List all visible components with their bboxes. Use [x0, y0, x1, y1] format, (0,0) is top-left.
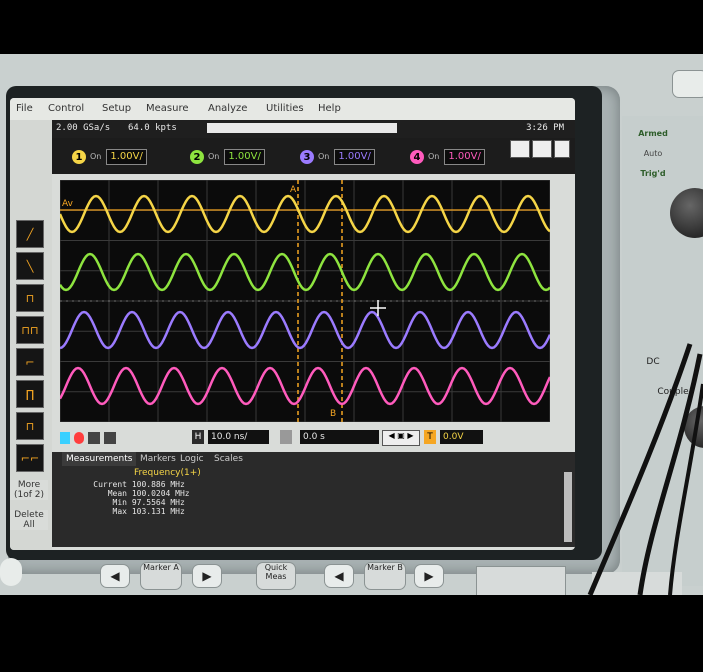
- row-max-label: Max: [112, 507, 127, 516]
- channel-3-on[interactable]: On: [318, 153, 329, 161]
- record-icon[interactable]: [74, 432, 84, 444]
- single-icon[interactable]: [532, 140, 552, 158]
- channel-1-on[interactable]: On: [90, 153, 101, 161]
- channel-2-control[interactable]: 2 On 1.00V/: [190, 148, 265, 166]
- waveform-svg: Av A B: [58, 179, 552, 423]
- tab-markers[interactable]: Markers: [136, 452, 180, 466]
- acquisition-progress: [207, 123, 397, 133]
- timebase-controls: H 10.0 ns/ 0.0 s ◀ ▣ ▶ T 0.0V: [60, 428, 575, 452]
- channel-knob[interactable]: [684, 406, 703, 448]
- measurement-title: Frequency(1+): [134, 468, 201, 478]
- channel-1-badge: 1: [72, 150, 86, 164]
- trigger-label: T: [424, 430, 436, 444]
- marker-b-right-arrow[interactable]: ▶: [414, 564, 444, 588]
- left-edge-button[interactable]: [0, 558, 22, 586]
- period-icon[interactable]: ⌐⌐: [16, 444, 44, 472]
- tab-measurements[interactable]: Measurements: [62, 452, 137, 466]
- acquisition-status-bar: 2.00 GSa/s 64.0 kpts 3:26 PM: [52, 120, 575, 138]
- timebase-scale[interactable]: 10.0 ns/: [208, 430, 269, 444]
- channel-4-badge: 4: [410, 150, 424, 164]
- timeout-icon[interactable]: ⊓: [16, 412, 44, 440]
- camera-icon[interactable]: [88, 432, 100, 444]
- channel-4-scale[interactable]: 1.00V/: [444, 149, 485, 165]
- probe-port-panel-2: [592, 572, 682, 595]
- delay-icon[interactable]: [280, 430, 292, 444]
- marker-a-left-arrow[interactable]: ◀: [100, 564, 130, 588]
- tab-logic[interactable]: Logic: [176, 452, 208, 466]
- armed-indicator: Armed: [638, 129, 668, 138]
- folder-icon[interactable]: [104, 432, 116, 444]
- trigger-level-knob[interactable]: [670, 188, 703, 238]
- edge-rise-icon[interactable]: ╱: [16, 220, 44, 248]
- glitch-icon[interactable]: ⌐: [16, 348, 44, 376]
- couple-label: Couple: [657, 387, 689, 397]
- channel-2-scale[interactable]: 1.00V/: [224, 149, 265, 165]
- marker-a-label: A: [290, 185, 297, 195]
- menu-help[interactable]: Help: [318, 103, 341, 114]
- row-current-label: Current: [93, 480, 127, 489]
- trigd-indicator: Trig'd: [640, 169, 666, 178]
- measurement-table: Current 100.886 MHz Mean 100.0204 MHz Mi…: [72, 480, 190, 516]
- channel-1-control[interactable]: 1 On 1.00V/: [72, 148, 147, 166]
- auto-indicator: Auto: [643, 149, 663, 158]
- row-mean-label: Mean: [107, 489, 127, 498]
- memory-depth: 64.0 kpts: [128, 123, 177, 133]
- marker-a-button[interactable]: Marker A: [140, 562, 182, 590]
- menu-utilities[interactable]: Utilities: [266, 103, 304, 114]
- tab-scales[interactable]: Scales: [210, 452, 247, 466]
- right-front-panel: Armed Auto Trig'd DC Couple: [622, 116, 703, 586]
- channel-1-scale[interactable]: 1.00V/: [106, 149, 147, 165]
- measurement-scrollbar[interactable]: [564, 472, 572, 542]
- channel-4-control[interactable]: 4 On 1.00V/: [410, 148, 485, 166]
- menu-measure[interactable]: Measure: [146, 103, 189, 114]
- trigger-level[interactable]: 0.0V: [440, 430, 483, 444]
- pulse-train-icon[interactable]: ⊓⊓: [16, 316, 44, 344]
- measurement-panel: Measurements Markers Logic Scales Freque…: [52, 452, 575, 547]
- power-button[interactable]: [672, 70, 703, 98]
- scope-screen: File Control Setup Measure Analyze Utili…: [10, 98, 575, 550]
- channel-3-badge: 3: [300, 150, 314, 164]
- channel-3-control[interactable]: 3 On 1.00V/: [300, 148, 375, 166]
- horizontal-label: H: [192, 430, 204, 444]
- menu-bar: File Control Setup Measure Analyze Utili…: [10, 98, 575, 120]
- menu-analyze[interactable]: Analyze: [208, 103, 247, 114]
- quick-meas-button[interactable]: Quick Meas: [256, 562, 296, 590]
- waveform-display[interactable]: Av A B: [58, 179, 552, 423]
- marker-av-label: Av: [62, 199, 74, 209]
- pulse-icon[interactable]: ⊓: [16, 284, 44, 312]
- row-mean-value: 100.0204 MHz: [131, 489, 190, 498]
- edge-fall-icon[interactable]: ╲: [16, 252, 44, 280]
- marker-b-left-arrow[interactable]: ◀: [324, 564, 354, 588]
- more-button[interactable]: More (1of 2): [10, 480, 48, 500]
- clock: 3:26 PM: [526, 123, 564, 133]
- row-min-label: Min: [112, 498, 127, 507]
- sample-rate: 2.00 GSa/s: [56, 123, 111, 133]
- run-stop-icon[interactable]: [510, 140, 530, 158]
- row-max-value: 103.131 MHz: [131, 507, 185, 516]
- runt-icon[interactable]: ∏: [16, 380, 44, 408]
- color-swatch[interactable]: [60, 432, 70, 444]
- marker-a-right-arrow[interactable]: ▶: [192, 564, 222, 588]
- menu-control[interactable]: Control: [48, 103, 84, 114]
- channel-settings-row: 1 On 1.00V/ 2 On 1.00V/ 3 On 1.00V/ 4 On…: [52, 138, 575, 174]
- delay-value[interactable]: 0.0 s: [300, 430, 379, 444]
- dc-label: DC: [646, 357, 660, 367]
- delete-all-button[interactable]: Delete All: [10, 510, 48, 530]
- trigger-tool-palette: ╱ ╲ ⊓ ⊓⊓ ⌐ ∏ ⊓ ⌐⌐ More (1of 2) Delete Al…: [10, 120, 52, 550]
- oscilloscope-photo: File Control Setup Measure Analyze Utili…: [0, 54, 703, 595]
- channel-2-on[interactable]: On: [208, 153, 219, 161]
- delay-arrows[interactable]: ◀ ▣ ▶: [382, 430, 420, 446]
- channel-3-scale[interactable]: 1.00V/: [334, 149, 375, 165]
- marker-b-button[interactable]: Marker B: [364, 562, 406, 590]
- row-min-value: 97.5564 MHz: [131, 498, 185, 507]
- probe-port-panel: [476, 566, 566, 595]
- minimize-icon[interactable]: [554, 140, 570, 158]
- menu-setup[interactable]: Setup: [102, 103, 131, 114]
- channel-2-badge: 2: [190, 150, 204, 164]
- menu-file[interactable]: File: [16, 103, 33, 114]
- marker-b-label: B: [330, 409, 336, 419]
- channel-4-on[interactable]: On: [428, 153, 439, 161]
- row-current-value: 100.886 MHz: [131, 480, 185, 489]
